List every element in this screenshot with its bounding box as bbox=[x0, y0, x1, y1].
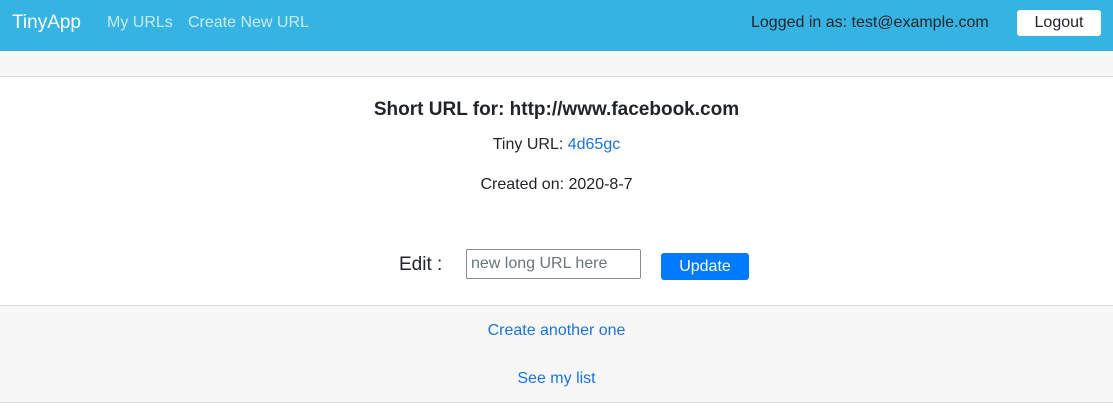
navbar: TinyApp My URLs Create New URL Logged in… bbox=[0, 0, 1113, 51]
create-another-link[interactable]: Create another one bbox=[0, 322, 1113, 340]
card-header bbox=[0, 51, 1113, 77]
card-footer: Create another one See my list bbox=[0, 305, 1113, 403]
see-my-list-link[interactable]: See my list bbox=[0, 370, 1113, 388]
nav-link-create-new-url[interactable]: Create New URL bbox=[188, 14, 309, 32]
created-date: Created on: 2020-8-7 bbox=[480, 176, 633, 193]
login-status: Logged in as: test@example.com bbox=[751, 14, 989, 31]
tiny-url-label: Tiny URL: bbox=[492, 136, 568, 153]
nav-link-my-urls[interactable]: My URLs bbox=[107, 14, 173, 32]
tiny-url-line: Tiny URL: 4d65gc bbox=[0, 136, 1113, 154]
logout-button[interactable]: Logout bbox=[1017, 10, 1101, 36]
update-button[interactable]: Update bbox=[661, 253, 749, 280]
page-title: Short URL for: http://www.facebook.com bbox=[373, 99, 740, 120]
edit-label: Edit : bbox=[399, 254, 443, 275]
long-url-input[interactable] bbox=[466, 249, 641, 279]
url-card-body: Short URL for: http://www.facebook.com T… bbox=[0, 77, 1113, 305]
tiny-url-link[interactable]: 4d65gc bbox=[568, 136, 621, 153]
brand-link[interactable]: TinyApp bbox=[12, 12, 81, 34]
